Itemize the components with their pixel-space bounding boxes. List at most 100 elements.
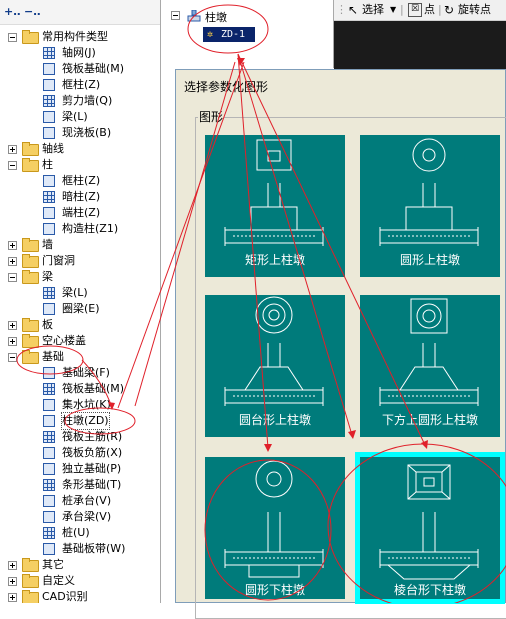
tree-folder[interactable]: 自定义	[0, 573, 160, 589]
column-pier-icon	[187, 10, 201, 22]
folder-icon	[22, 590, 39, 603]
tree-item-label: 门窗洞	[42, 254, 75, 267]
tree-item[interactable]: 筏板基础(M)	[0, 381, 160, 397]
axis-grid-icon	[43, 47, 55, 59]
expand-toggle-icon[interactable]	[8, 577, 17, 586]
tree-item-label: 端柱(Z)	[62, 206, 101, 219]
expand-all-icon[interactable]: +‥	[4, 5, 21, 18]
tree-folder[interactable]: 常用构件类型	[0, 29, 160, 45]
tree-folder[interactable]: 梁	[0, 269, 160, 285]
tree-item-label: 框柱(Z)	[62, 174, 101, 187]
shape-tile-circle-bottom[interactable]: 圆形下柱墩	[205, 457, 345, 599]
collapse-toggle-icon[interactable]	[8, 273, 17, 282]
pile-icon	[43, 527, 55, 539]
raft-main-rebar-icon	[43, 431, 55, 443]
isolated-footing-icon	[43, 463, 55, 475]
tree-root-label[interactable]: 柱墩	[205, 9, 227, 25]
tree-item-label: 筏板负筋(X)	[62, 446, 123, 459]
shape-drawing	[379, 464, 479, 580]
tree-item[interactable]: 承台梁(V)	[0, 509, 160, 525]
tree-item[interactable]: 现浇板(B)	[0, 125, 160, 141]
collapse-all-icon[interactable]: −‥	[24, 5, 41, 18]
shape-tile-label: 矩形上柱墩	[244, 253, 305, 267]
tree-item[interactable]: 基础梁(F)	[0, 365, 160, 381]
parametric-shape-dialog: 选择参数化图形 图形 矩形上柱墩 圆形上柱墩 圆台形上柱墩 下方上圆形上柱墩 圆形下柱墩…	[175, 69, 506, 619]
tree-item-label: 集水坑(K)	[62, 398, 111, 411]
tree-item[interactable]: 桩(U)	[0, 525, 160, 541]
collapse-toggle-icon[interactable]	[8, 353, 17, 362]
tree-folder[interactable]: CAD识别	[0, 589, 160, 603]
tree-item-label: 筏板主筋(R)	[62, 430, 123, 443]
shape-tile-label: 圆形上柱墩	[399, 253, 460, 267]
tree-folder[interactable]: 门窗洞	[0, 253, 160, 269]
tree-item[interactable]: 暗柱(Z)	[0, 189, 160, 205]
tree-folder[interactable]: 其它	[0, 557, 160, 573]
expand-toggle-icon[interactable]	[8, 257, 17, 266]
chevron-down-icon[interactable]: ▼	[390, 2, 396, 18]
expand-toggle-icon[interactable]	[8, 321, 17, 330]
tree-item-label: 剪力墙(Q)	[62, 94, 113, 107]
collapse-toggle-icon[interactable]	[171, 11, 180, 20]
tree-item-label: 桩(U)	[62, 526, 90, 539]
tree-item-label: 暗柱(Z)	[62, 190, 101, 203]
tree-item[interactable]: 集水坑(K)	[0, 397, 160, 413]
tree-folder[interactable]: 板	[0, 317, 160, 333]
tree-item-label: 现浇板(B)	[62, 126, 112, 139]
tree-item[interactable]: 框柱(Z)	[0, 77, 160, 93]
tree-item-label: ZD-1	[221, 29, 246, 40]
drawing-canvas[interactable]	[334, 21, 506, 71]
foundation-beam-icon	[43, 367, 55, 379]
tree-item[interactable]: 柱墩(ZD)	[0, 412, 160, 430]
separator-icon: |	[438, 3, 442, 16]
sump-pit-icon	[43, 399, 55, 411]
tree-item-label: 其它	[42, 558, 64, 571]
tree-item[interactable]: 桩承台(V)	[0, 493, 160, 509]
folder-icon	[22, 254, 39, 268]
shape-tile-prism-bottom[interactable]: 棱台形下柱墩	[355, 452, 505, 604]
tree-folder[interactable]: 柱	[0, 157, 160, 173]
tree-item-label: 筏板基础(M)	[62, 382, 125, 395]
tree-item[interactable]: 梁(L)	[0, 109, 160, 125]
tree-item[interactable]: 条形基础(T)	[0, 477, 160, 493]
tree-item[interactable]: 圈梁(E)	[0, 301, 160, 317]
tree-item[interactable]: 轴网(J)	[0, 45, 160, 61]
tree-item-zd-1[interactable]: ✲ ZD-1	[203, 27, 255, 42]
tree-item[interactable]: 独立基础(P)	[0, 461, 160, 477]
tree-folder[interactable]: 空心楼盖	[0, 333, 160, 349]
tree-item[interactable]: 筏板负筋(X)	[0, 445, 160, 461]
shape-tile-circle-top[interactable]: 圆形上柱墩	[360, 135, 500, 277]
tree-folder[interactable]: 轴线	[0, 141, 160, 157]
tree-item[interactable]: 筏板主筋(R)	[0, 429, 160, 445]
expand-toggle-icon[interactable]	[8, 241, 17, 250]
tree-item[interactable]: 剪力墙(Q)	[0, 93, 160, 109]
shape-tile-rect-top[interactable]: 矩形上柱墩	[205, 135, 345, 277]
expand-toggle-icon[interactable]	[8, 337, 17, 346]
tree-item[interactable]: 构造柱(Z1)	[0, 221, 160, 237]
tree-item-label: 墙	[42, 238, 53, 251]
tree-item[interactable]: 端柱(Z)	[0, 205, 160, 221]
folder-icon	[22, 334, 39, 348]
ring-beam-icon	[43, 303, 55, 315]
tree-item-label: 轴网(J)	[62, 46, 96, 59]
component-type-tree[interactable]: +‥ −‥ 常用构件类型 轴网(J) 筏板基础(M) 框柱(Z) 剪力墙(Q) 梁(L) 现…	[0, 0, 161, 603]
expand-toggle-icon[interactable]	[8, 561, 17, 570]
tree-item[interactable]: 筏板基础(M)	[0, 61, 160, 77]
folder-icon	[22, 158, 39, 172]
expand-toggle-icon[interactable]	[8, 145, 17, 154]
tree-item-label: 承台梁(V)	[62, 510, 112, 523]
tree-item-label: 条形基础(T)	[62, 478, 122, 491]
tree-folder[interactable]: 基础	[0, 349, 160, 365]
expand-toggle-icon[interactable]	[8, 593, 17, 602]
select-button[interactable]: 选择	[362, 2, 384, 18]
component-instance-tree[interactable]: 柱墩 ✲ ZD-1	[161, 0, 334, 68]
tree-item[interactable]: 框柱(Z)	[0, 173, 160, 189]
point-button[interactable]: 点	[424, 2, 435, 18]
tree-item[interactable]: 基础板带(W)	[0, 541, 160, 557]
collapse-toggle-icon[interactable]	[8, 33, 17, 42]
rotate-point-button[interactable]: 旋转点	[458, 2, 491, 18]
tree-item[interactable]: 梁(L)	[0, 285, 160, 301]
shape-tile-frustum-top[interactable]: 圆台形上柱墩	[205, 295, 345, 437]
collapse-toggle-icon[interactable]	[8, 161, 17, 170]
tree-folder[interactable]: 墙	[0, 237, 160, 253]
shape-tile-square-round-top[interactable]: 下方上圆形上柱墩	[360, 295, 500, 437]
